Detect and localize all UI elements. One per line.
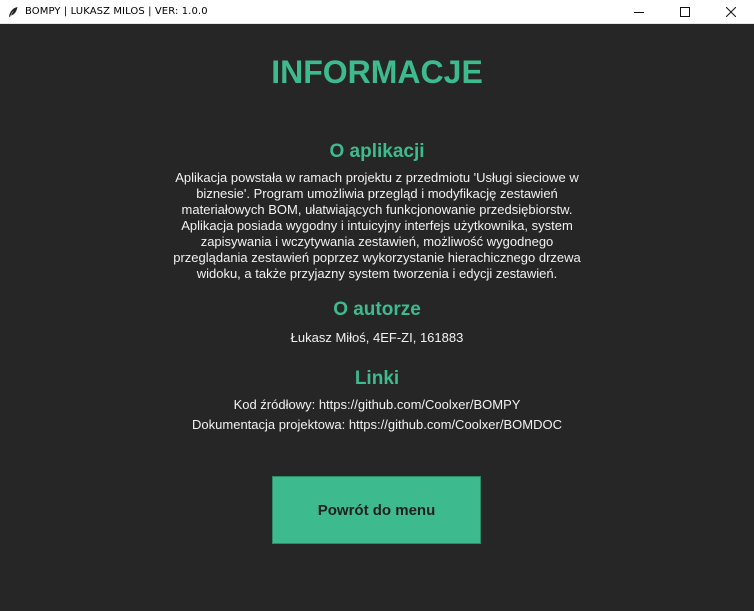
title-bar[interactable]: BOMPY | LUKASZ MILOS | VER: 1.0.0 [0, 0, 754, 24]
minimize-icon [634, 12, 644, 13]
maximize-button[interactable] [662, 0, 708, 24]
maximize-icon [680, 7, 690, 17]
close-icon [726, 7, 736, 17]
about-author-title: O autorze [333, 299, 421, 320]
links-title: Linki [354, 368, 400, 389]
page-title: INFORMACJE [271, 54, 483, 90]
info-page: INFORMACJE O aplikacji Aplikacja powstał… [0, 24, 754, 611]
documentation-link: Dokumentacja projektowa: https://github.… [192, 417, 562, 432]
source-code-link: Kod źródłowy: https://github.com/Coolxer… [233, 397, 521, 412]
minimize-button[interactable] [616, 0, 662, 24]
about-app-description: Aplikacja powstała w ramach projektu z p… [173, 170, 581, 281]
about-app-title: O aplikacji [329, 141, 425, 162]
back-to-menu-button[interactable]: Powrót do menu [272, 476, 481, 544]
window-title: BOMPY | LUKASZ MILOS | VER: 1.0.0 [25, 6, 208, 17]
app-window: BOMPY | LUKASZ MILOS | VER: 1.0.0 INFORM… [0, 0, 754, 611]
feather-icon [9, 6, 18, 17]
author-info: Łukasz Miłoś, 4EF-ZI, 161883 [290, 330, 464, 345]
close-button[interactable] [708, 0, 754, 24]
window-controls [616, 0, 754, 24]
